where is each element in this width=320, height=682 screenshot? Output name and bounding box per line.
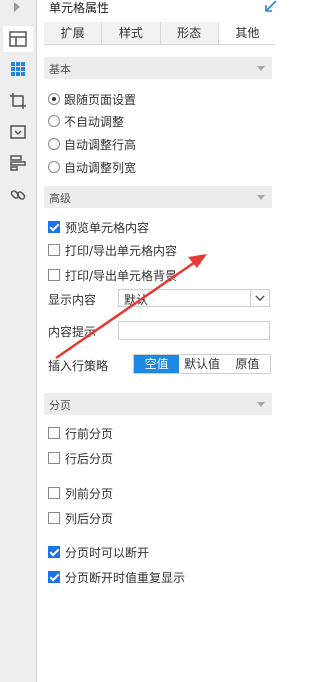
left-toolbar — [0, 0, 37, 682]
chevron-down-icon — [257, 402, 265, 407]
checkbox-page-break-before-row[interactable]: 行前分页 — [48, 425, 113, 441]
checkbox-allow-break[interactable]: 分页时可以断开 — [48, 544, 149, 560]
section-basic-label: 基本 — [49, 63, 71, 76]
radio-button[interactable] — [48, 93, 60, 105]
checkbox-page-break-after-row[interactable]: 行后分页 — [48, 450, 113, 466]
option-empty-value[interactable]: 空值 — [134, 355, 180, 373]
display-content-select[interactable]: 默认 — [118, 289, 270, 307]
insert-row-strategy-toggle: 空值 默认值 原值 — [133, 354, 271, 374]
tab-form[interactable]: 形态 — [161, 22, 219, 44]
cell-layout-icon[interactable] — [3, 26, 33, 52]
checkbox[interactable] — [48, 546, 60, 558]
option-default-value[interactable]: 默认值 — [179, 355, 225, 373]
panel-title: 单元格属性 — [49, 1, 110, 15]
section-advanced-header[interactable]: 高级 — [44, 186, 272, 208]
checkbox-page-break-before-col[interactable]: 列前分页 — [48, 485, 113, 501]
chevron-down-icon — [257, 66, 265, 71]
grid-icon[interactable] — [3, 56, 33, 82]
content-tooltip-label: 内容提示 — [48, 325, 97, 339]
insert-row-strategy-label: 插入行策略 — [48, 359, 109, 373]
radio-button[interactable] — [48, 161, 60, 173]
checkbox[interactable] — [48, 427, 60, 439]
checkbox-print-content[interactable]: 打印/导出单元格内容 — [48, 242, 177, 258]
crop-icon[interactable] — [3, 88, 33, 114]
checkbox[interactable] — [48, 512, 60, 524]
tab-style[interactable]: 样式 — [102, 22, 161, 44]
checkbox[interactable] — [48, 487, 60, 499]
checkbox-print-background[interactable]: 打印/导出单元格背景 — [48, 267, 177, 283]
checkbox[interactable] — [48, 571, 60, 583]
chevron-down-icon — [257, 195, 265, 200]
display-content-label: 显示内容 — [48, 293, 97, 307]
section-advanced-label: 高级 — [49, 192, 71, 205]
section-basic-header[interactable]: 基本 — [44, 57, 272, 79]
collapse-arrow-icon[interactable] — [14, 2, 20, 12]
tab-expand[interactable]: 扩展 — [44, 22, 103, 44]
section-pagination-header[interactable]: 分页 — [44, 393, 272, 415]
list-icon[interactable] — [3, 150, 33, 176]
radio-auto-col-width[interactable]: 自动调整列宽 — [48, 159, 136, 175]
link-icon[interactable] — [3, 182, 33, 208]
checkbox[interactable] — [48, 244, 60, 256]
expand-arrow-icon[interactable] — [265, 0, 277, 15]
property-tabs: 扩展 样式 形态 其他 — [44, 22, 276, 45]
chevron-down-icon[interactable] — [250, 290, 269, 306]
checkbox-preview-content[interactable]: 预览单元格内容 — [48, 219, 149, 235]
radio-follow-page[interactable]: 跟随页面设置 — [48, 91, 136, 107]
radio-auto-row-height[interactable]: 自动调整行高 — [48, 136, 136, 152]
checkbox-page-break-after-col[interactable]: 列后分页 — [48, 510, 113, 526]
option-original-value[interactable]: 原值 — [224, 355, 270, 373]
checkbox-repeat-on-break[interactable]: 分页断开时值重复显示 — [48, 569, 185, 585]
radio-button[interactable] — [48, 115, 60, 127]
section-pagination-label: 分页 — [49, 399, 71, 412]
content-tooltip-input[interactable] — [118, 321, 270, 340]
radio-button[interactable] — [48, 138, 60, 150]
widget-icon[interactable] — [3, 119, 33, 145]
checkbox[interactable] — [48, 269, 60, 281]
checkbox[interactable] — [48, 452, 60, 464]
radio-no-adjust[interactable]: 不自动调整 — [48, 113, 124, 129]
tab-other[interactable]: 其他 — [218, 22, 276, 44]
checkbox[interactable] — [48, 221, 60, 233]
